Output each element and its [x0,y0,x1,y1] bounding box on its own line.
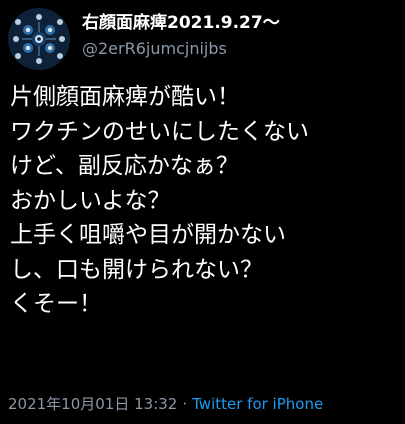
tweet: 右顔面麻痺2021.9.27〜 @2erR6jumcjnijbs 片側顔面麻痺が… [0,0,405,424]
author-block: 右顔面麻痺2021.9.27〜 @2erR6jumcjnijbs [82,12,395,60]
avatar[interactable] [8,8,70,70]
user-handle[interactable]: @2erR6jumcjnijbs [82,38,395,60]
tweet-line: けど、副反応かなぁ？ [10,153,239,179]
tweet-line: くそー！ [10,291,102,317]
tweet-line: 片側顔面麻痺が酷い！ [10,84,240,110]
tweet-line: ワクチンのせいにしたくない [10,118,309,145]
source-link[interactable]: Twitter for iPhone [192,395,323,413]
tweet-line: おかしいよな？ [10,187,171,214]
tweet-line: し、口も開けられない？ [10,256,263,283]
display-name[interactable]: 右顔面麻痺2021.9.27〜 [82,12,395,34]
avatar-pattern-icon [8,8,70,70]
tweet-line: 上手く咀嚼や目が開かない [10,222,286,248]
tweet-meta: 2021年10月01日 13:32 · Twitter for iPhone [8,394,323,414]
meta-separator: · [182,395,188,413]
tweet-text: 片側顔面麻痺が酷い！ ワクチンのせいにしたくない けど、副反応かなぁ？ おかしい… [10,80,401,322]
timestamp[interactable]: 2021年10月01日 13:32 [8,395,177,413]
